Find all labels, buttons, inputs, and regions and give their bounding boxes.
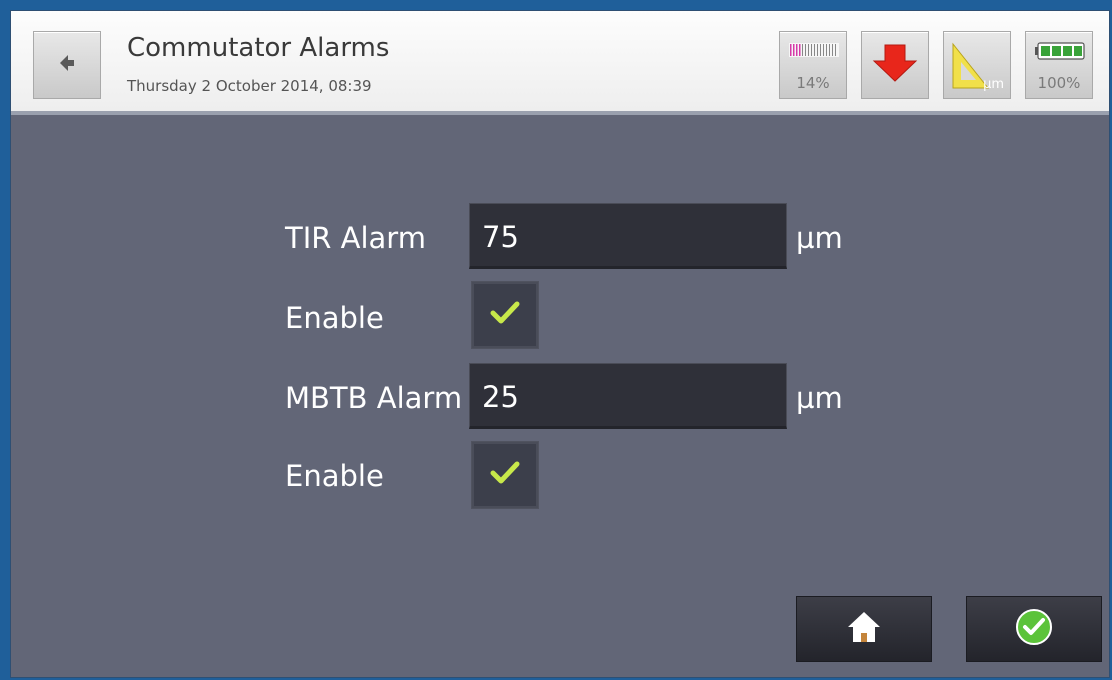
page-title: Commutator Alarms [127,33,390,63]
confirm-button[interactable] [966,596,1102,662]
mbtb-enable-label: Enable [285,459,384,493]
mbtb-alarm-label: MBTB Alarm [285,381,463,415]
back-button[interactable] [33,31,101,99]
signal-bars-icon [789,41,839,63]
units-label: µm [983,77,1004,92]
mbtb-enable-checkbox[interactable] [471,441,539,509]
signal-status-button[interactable]: 14% [779,31,847,99]
units-status-button[interactable]: µm [943,31,1011,99]
direction-status-button[interactable] [861,31,929,99]
tir-alarm-input[interactable]: 75 [469,203,787,269]
battery-percent: 100% [1037,74,1081,92]
checkmark-icon [490,460,520,490]
confirm-check-icon [1015,608,1053,650]
home-icon [846,610,882,648]
mbtb-alarm-unit: µm [796,381,843,415]
battery-icon [1035,42,1085,64]
tir-alarm-unit: µm [796,221,843,255]
tir-alarm-label: TIR Alarm [285,221,426,255]
mbtb-alarm-input[interactable]: 25 [469,363,787,429]
tir-enable-checkbox[interactable] [471,281,539,349]
back-arrow-icon [56,52,78,78]
checkmark-icon [490,300,520,330]
home-button[interactable] [796,596,932,662]
app-window: Commutator Alarms Thursday 2 October 201… [10,10,1110,678]
arrow-down-icon [872,43,918,87]
header-bar: Commutator Alarms Thursday 2 October 201… [11,11,1109,115]
signal-percent: 14% [796,74,830,92]
battery-status-button[interactable]: 100% [1025,31,1093,99]
tir-enable-label: Enable [285,301,384,335]
date-time: Thursday 2 October 2014, 08:39 [127,77,372,95]
